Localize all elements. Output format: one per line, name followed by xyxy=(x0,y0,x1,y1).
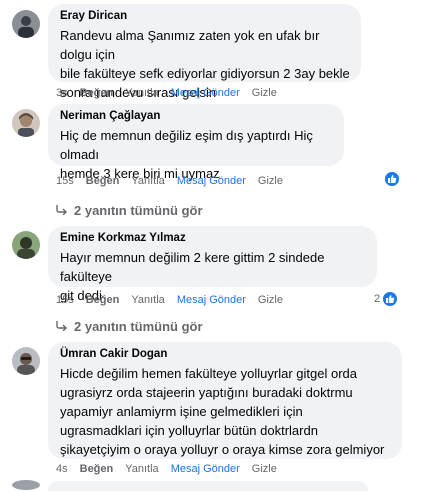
thumbs-up-icon xyxy=(384,171,400,187)
reply-button[interactable]: Yanıtla xyxy=(125,87,158,99)
comment-bubble: Eray Dirican Randevu alma Şanımız zaten … xyxy=(48,4,361,100)
thumbs-up-icon xyxy=(382,291,399,307)
view-replies-link[interactable]: 2 yanıtın tümünü gör xyxy=(56,203,203,218)
profile-photo-icon xyxy=(12,347,40,375)
comment-author[interactable]: Neriman Çağlayan xyxy=(60,109,333,124)
next-comment-bubble xyxy=(48,481,368,491)
comment-time[interactable]: 3s xyxy=(56,87,68,99)
like-button[interactable]: Beğen xyxy=(86,175,120,187)
send-message-button[interactable]: Mesaj Gönder xyxy=(171,463,240,475)
comment-time[interactable]: 4s xyxy=(56,463,68,475)
hide-button[interactable]: Gizle xyxy=(252,87,277,99)
comment-actions: 15s Beğen Yanıtla Mesaj Gönder Gizle xyxy=(56,294,295,306)
view-replies-link[interactable]: 2 yanıtın tümünü gör xyxy=(56,319,203,334)
next-comment-preview xyxy=(12,480,40,490)
comment-text: Hicde değilim hemen fakülteye yolluyrlar… xyxy=(60,366,385,457)
comment-bubble: Ümran Cakir Dogan Hicde değilim hemen fa… xyxy=(48,342,402,459)
send-message-button[interactable]: Mesaj Gönder xyxy=(177,294,246,306)
comment-author[interactable]: Ümran Cakir Dogan xyxy=(60,347,391,362)
send-message-button[interactable]: Mesaj Gönder xyxy=(177,175,246,187)
profile-photo-icon xyxy=(12,10,40,38)
profile-photo-icon xyxy=(12,231,40,259)
comment-time[interactable]: 15s xyxy=(56,175,74,187)
reply-button[interactable]: Yanıtla xyxy=(131,294,164,306)
reaction-count: 2 xyxy=(374,293,381,305)
avatar[interactable] xyxy=(12,109,40,137)
reaction-summary[interactable]: 2 xyxy=(374,291,399,307)
like-button[interactable]: Beğen xyxy=(86,294,120,306)
reply-button[interactable]: Yanıtla xyxy=(125,463,158,475)
comment-actions: 15s Beğen Yanıtla Mesaj Gönder Gizle xyxy=(56,175,295,187)
hide-button[interactable]: Gizle xyxy=(258,175,283,187)
avatar[interactable] xyxy=(12,10,40,38)
comment-actions: 3s Beğen Yanıtla Mesaj Gönder Gizle xyxy=(56,87,289,99)
comment-author[interactable]: Eray Dirican xyxy=(60,9,350,24)
like-button[interactable]: Beğen xyxy=(80,463,114,475)
comment-actions: 4s Beğen Yanıtla Mesaj Gönder Gizle xyxy=(56,463,289,475)
reaction-summary[interactable] xyxy=(384,171,400,187)
comment-author[interactable]: Emine Korkmaz Yılmaz xyxy=(60,231,366,246)
avatar[interactable] xyxy=(12,231,40,259)
comment-time[interactable]: 15s xyxy=(56,294,74,306)
comment-bubble: Neriman Çağlayan Hiç de memnun değiliz e… xyxy=(48,104,344,181)
profile-photo-icon xyxy=(12,109,40,137)
avatar[interactable] xyxy=(12,347,40,375)
comment-bubble: Emine Korkmaz Yılmaz Hayır memnun değili… xyxy=(48,226,377,303)
like-button[interactable]: Beğen xyxy=(80,87,114,99)
view-replies-label: 2 yanıtın tümünü gör xyxy=(74,319,203,334)
reply-button[interactable]: Yanıtla xyxy=(131,175,164,187)
reply-arrow-icon xyxy=(56,203,68,218)
view-replies-label: 2 yanıtın tümünü gör xyxy=(74,203,203,218)
hide-button[interactable]: Gizle xyxy=(252,463,277,475)
send-message-button[interactable]: Mesaj Gönder xyxy=(171,87,240,99)
hide-button[interactable]: Gizle xyxy=(258,294,283,306)
reply-arrow-icon xyxy=(56,319,68,334)
